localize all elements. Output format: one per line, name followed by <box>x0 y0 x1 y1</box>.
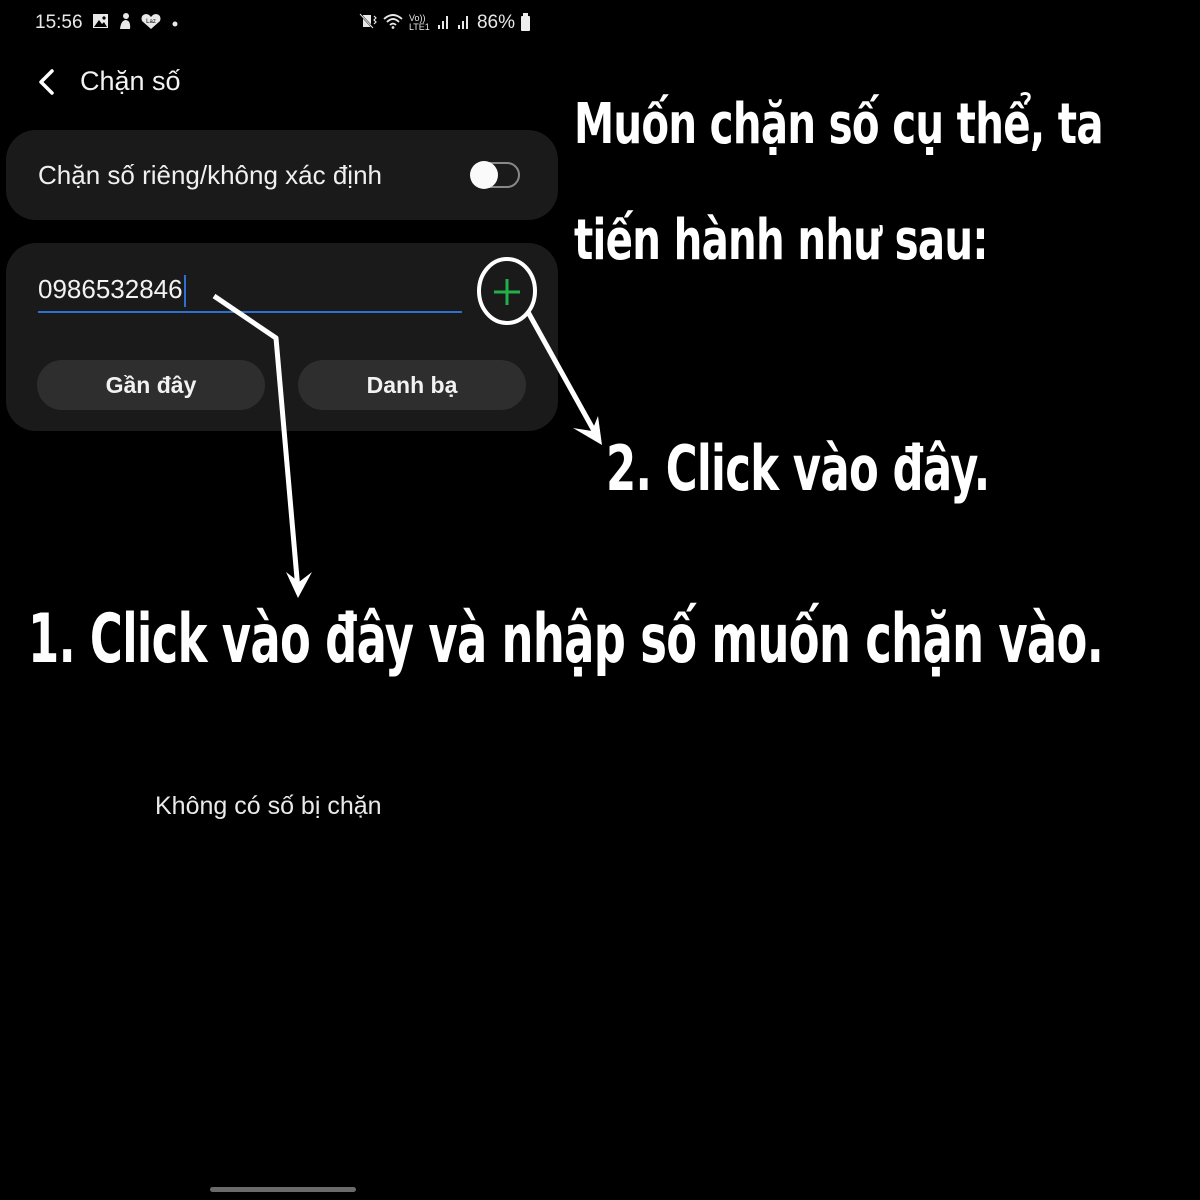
app-icon <box>117 12 133 36</box>
status-time: 15:56 <box>35 12 83 33</box>
vibrate-mute-icon <box>359 13 377 33</box>
annotation-intro-line1: Muốn chặn số cụ thể, ta <box>574 92 1104 157</box>
status-bar: 15:56 Laz Vo)) LTE1 86% <box>0 8 560 38</box>
empty-state-text: Không có số bị chặn <box>155 792 382 820</box>
notification-icons: Laz <box>92 12 181 36</box>
phone-number-value: 0986532846 <box>38 274 183 304</box>
private-block-toggle[interactable] <box>470 161 520 189</box>
battery-percent: 86% <box>476 12 515 33</box>
app-header: Chặn số <box>0 62 560 102</box>
plus-icon <box>494 279 520 305</box>
phone-number-input[interactable]: 0986532846 <box>38 269 462 313</box>
navigation-handle[interactable] <box>210 1187 356 1192</box>
contacts-button[interactable]: Danh bạ <box>298 360 526 410</box>
system-icons: Vo)) LTE1 86% <box>359 12 530 34</box>
signal-icon-2 <box>457 13 471 33</box>
gallery-icon <box>92 13 109 35</box>
signal-icon <box>437 13 451 33</box>
annotation-step1: 1. Click vào đây và nhập số muốn chặn và… <box>28 600 1104 679</box>
volte-lte-icon: Vo)) LTE1 <box>408 13 430 32</box>
back-button[interactable] <box>32 62 66 102</box>
dot-icon <box>169 13 181 35</box>
toggle-knob <box>470 161 498 189</box>
arrow-step2-head <box>573 416 602 445</box>
page-title: Chặn số <box>80 66 181 96</box>
text-caret <box>183 275 186 308</box>
private-block-card[interactable]: Chặn số riêng/không xác định <box>6 130 558 220</box>
arrow-step1-head <box>286 572 312 598</box>
annotation-intro-line2: tiến hành như sau: <box>574 208 988 273</box>
recent-button[interactable]: Gần đây <box>37 360 265 410</box>
lazada-icon: Laz <box>141 13 161 36</box>
chevron-left-icon <box>39 69 54 95</box>
wifi-icon <box>383 13 403 33</box>
battery-icon <box>521 12 530 31</box>
add-number-button[interactable] <box>480 265 534 319</box>
private-block-label: Chặn số riêng/không xác định <box>38 160 383 190</box>
number-entry-card: 0986532846 Gần đây Danh bạ <box>6 243 558 431</box>
annotation-step2: 2. Click vào đây. <box>606 432 990 505</box>
svg-text:Laz: Laz <box>146 19 156 25</box>
